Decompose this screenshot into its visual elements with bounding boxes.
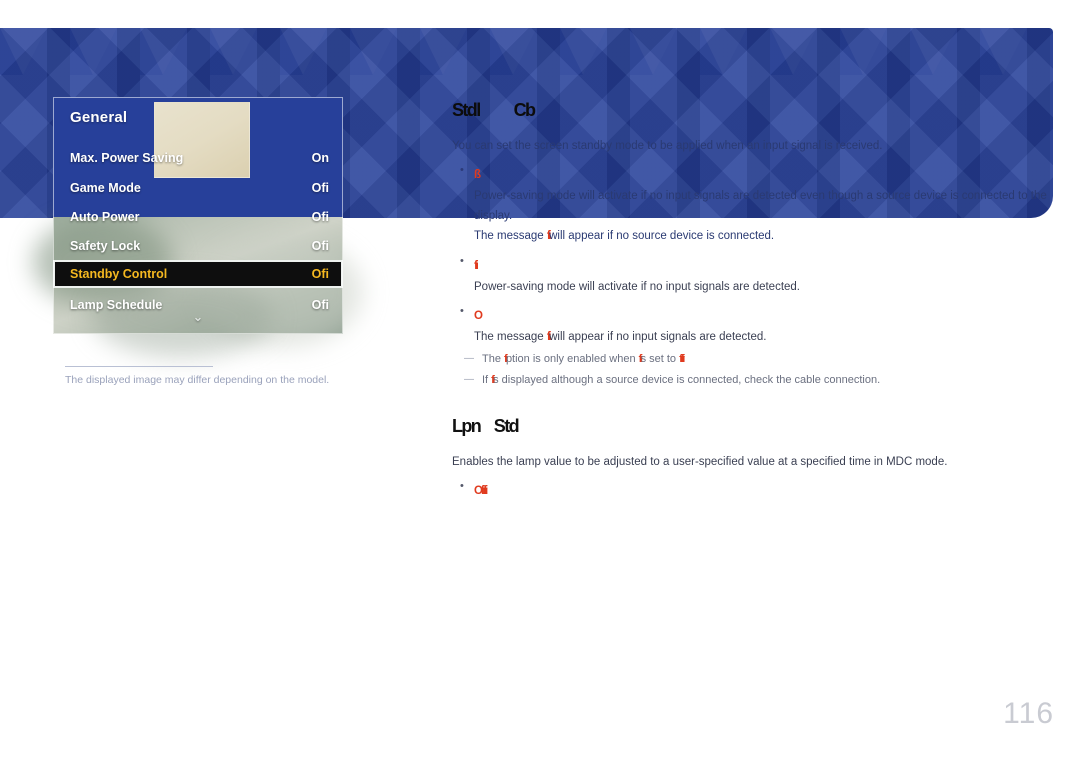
note-line-2: If fis displayed although a source devic… bbox=[452, 370, 1052, 390]
caption-divider bbox=[65, 366, 213, 367]
osd-row-value: Ofi bbox=[311, 238, 329, 253]
osd-row-safety-lock[interactable]: Safety Lock Ofi bbox=[53, 231, 343, 260]
desc-text-part2: will appear if no input signals are dete… bbox=[549, 331, 767, 343]
osd-row-game-mode[interactable]: Game Mode Ofi bbox=[53, 173, 343, 202]
option-bullet-off: O bbox=[452, 305, 1052, 324]
note-inline-option-3: fifi bbox=[679, 353, 685, 365]
note-text-middle: s displayed although a source device is … bbox=[493, 374, 881, 386]
osd-menu-figure: General Max. Power Saving On Game Mode O… bbox=[33, 97, 363, 357]
osd-row-value: Ofi bbox=[311, 267, 329, 281]
chevron-down-icon[interactable]: ⌄ bbox=[53, 309, 343, 325]
osd-row-value: Ofi bbox=[311, 209, 329, 224]
note-text-middle2: s set to bbox=[640, 353, 680, 365]
option-label: fi bbox=[474, 260, 479, 272]
option-label: ß bbox=[474, 169, 481, 181]
osd-row-value: Ofi bbox=[311, 180, 329, 195]
osd-row-label: Max. Power Saving bbox=[70, 150, 184, 165]
option-description: Power-saving mode will activate if no in… bbox=[474, 190, 1047, 222]
option-label: Ofifi bbox=[474, 485, 488, 497]
note-text-middle: ption is only enabled when bbox=[505, 353, 639, 365]
osd-menu-panel[interactable]: General Max. Power Saving On Game Mode O… bbox=[53, 97, 343, 334]
option-description: The message fiwill appear if no input si… bbox=[452, 327, 1052, 347]
option-bullet-auto: ß bbox=[452, 164, 1052, 183]
section-intro-lamp-schedule: Enables the lamp value to be adjusted to… bbox=[452, 456, 948, 468]
osd-row-auto-power[interactable]: Auto Power Ofi bbox=[53, 202, 343, 231]
osd-row-label: Standby Control bbox=[70, 267, 168, 281]
figure-caption: The displayed image may differ depending… bbox=[65, 374, 330, 386]
section-intro-standby-control: You can set the screen standby mode to b… bbox=[452, 140, 883, 152]
osd-row-label: Safety Lock bbox=[70, 238, 141, 253]
note-text-prefix: If bbox=[482, 374, 492, 386]
osd-menu-title: General bbox=[70, 109, 128, 126]
option-label: O bbox=[474, 310, 483, 322]
osd-row-max-power-saving[interactable]: Max. Power Saving On bbox=[53, 143, 343, 172]
section-heading-standby-control: Stdl Cb bbox=[452, 100, 536, 120]
option-bullet-on: fi bbox=[452, 255, 1052, 274]
option-description: Power-saving mode will activate if no in… bbox=[474, 281, 801, 293]
option-description-secondary: The message fiwill appear if no source d… bbox=[452, 226, 1052, 246]
osd-row-value: On bbox=[311, 150, 329, 165]
page-number: 116 bbox=[1003, 697, 1054, 730]
section-heading-lamp-schedule: Lpn Std bbox=[452, 416, 520, 436]
osd-row-label: Game Mode bbox=[70, 180, 141, 195]
desc-text-part1: The message bbox=[474, 331, 547, 343]
osd-row-label: Auto Power bbox=[70, 209, 140, 224]
desc-text-part2: will appear if no source device is conne… bbox=[549, 230, 775, 242]
note-line-1: The fiption is only enabled when fis set… bbox=[452, 349, 1052, 369]
option-bullet-off-on: Ofifi bbox=[452, 480, 1052, 499]
content-column: Stdl Cb You can set the screen standby m… bbox=[452, 100, 1052, 502]
note-text-prefix: The bbox=[482, 353, 505, 365]
desc-text-part1: The message bbox=[474, 230, 547, 242]
osd-row-standby-control[interactable]: Standby Control Ofi bbox=[53, 260, 343, 288]
